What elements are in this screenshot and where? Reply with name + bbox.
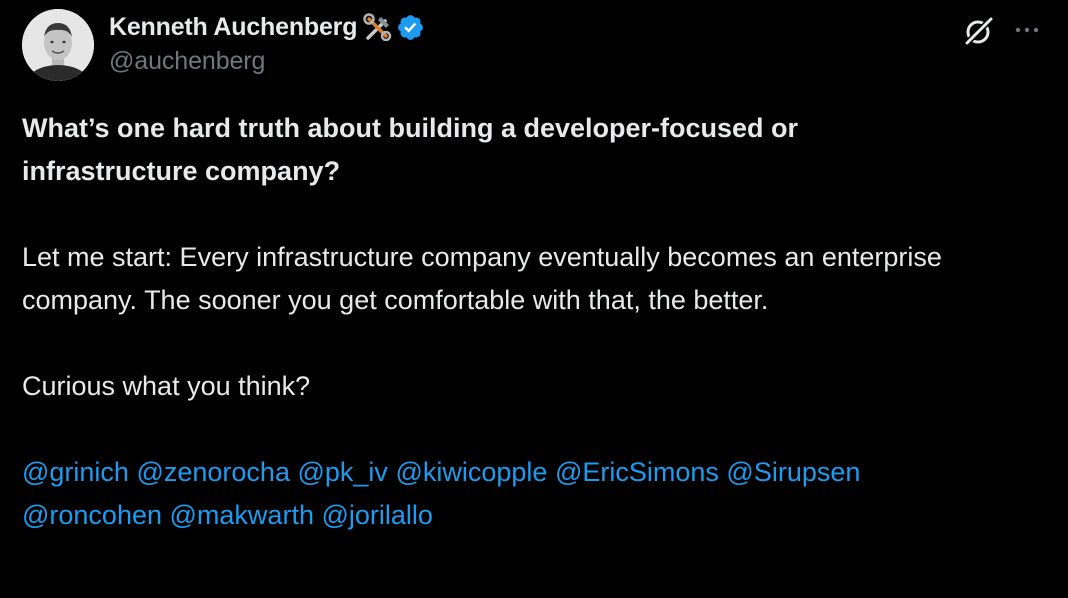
grok-icon[interactable] [962, 14, 996, 48]
mention-link[interactable]: @zenorocha [136, 457, 290, 487]
more-options-icon[interactable] [1012, 15, 1044, 45]
mention-link[interactable]: @grinich [22, 457, 129, 487]
tweet-question: What’s one hard truth about building a d… [22, 113, 799, 186]
mention-link[interactable]: @roncohen [22, 500, 162, 530]
mention-link[interactable]: @jorilallo [321, 500, 432, 530]
mention-link[interactable]: @EricSimons [555, 457, 719, 487]
name-row: Kenneth Auchenberg [109, 12, 425, 42]
tweet-paragraph: Let me start: Every infrastructure compa… [22, 242, 942, 315]
mention-link[interactable]: @kiwicopple [395, 457, 547, 487]
mention-link[interactable]: @Sirupsen [726, 457, 860, 487]
avatar[interactable] [22, 9, 94, 81]
author-display-name[interactable]: Kenneth Auchenberg [109, 13, 357, 42]
author-handle[interactable]: @auchenberg [109, 47, 425, 76]
hammer-and-wrench-icon [363, 13, 393, 42]
tweet-closing: Curious what you think? [22, 371, 311, 401]
tweet-mentions: @grinich @zenorocha @pk_iv @kiwicopple @… [22, 451, 1002, 537]
mention-link[interactable]: @pk_iv [297, 457, 387, 487]
tweet-text: What’s one hard truth about building a d… [22, 107, 1042, 537]
avatar-photo [22, 9, 94, 81]
verified-badge-icon[interactable] [396, 13, 425, 42]
mention-link[interactable]: @makwarth [170, 500, 314, 530]
tweet-header: Kenneth Auchenberg @auchenberg [22, 9, 1052, 83]
author-info: Kenneth Auchenberg @auchenberg [109, 12, 425, 76]
